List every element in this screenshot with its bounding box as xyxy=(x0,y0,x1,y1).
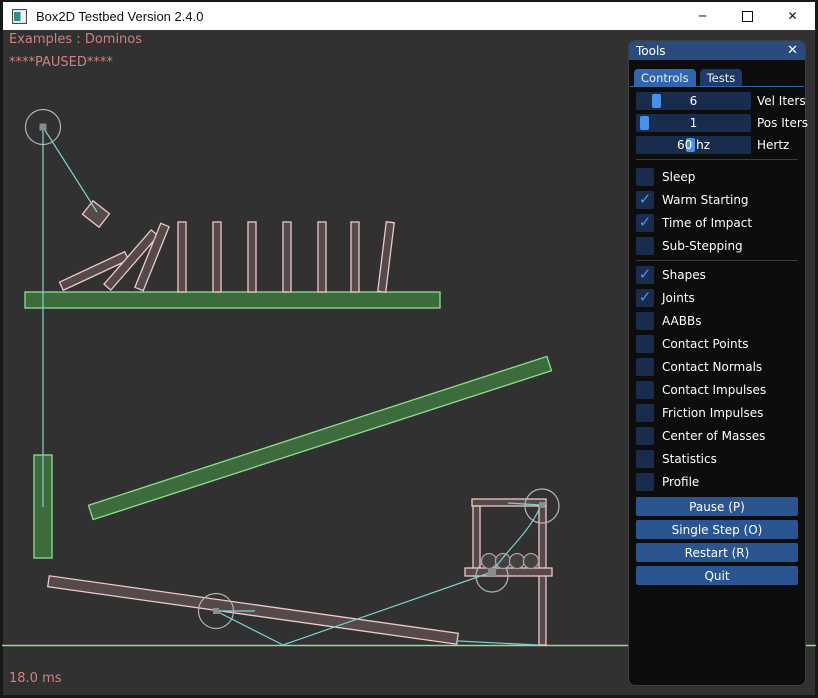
checkbox-profile[interactable]: Profile xyxy=(636,473,798,491)
checkbox-time-of-impact[interactable]: Time of Impact xyxy=(636,214,798,232)
slider-track[interactable]: 6 xyxy=(636,92,751,110)
checkbox-label: Statistics xyxy=(662,452,717,466)
checkbox-box[interactable] xyxy=(636,266,654,284)
checkbox-label: Time of Impact xyxy=(662,216,752,230)
checkbox-box[interactable] xyxy=(636,191,654,209)
window-title: Box2D Testbed Version 2.4.0 xyxy=(36,9,203,24)
app-icon xyxy=(12,9,27,24)
checkbox-label: Sub-Stepping xyxy=(662,239,743,253)
slider-value: 6 xyxy=(636,92,751,110)
checkbox-box[interactable] xyxy=(636,237,654,255)
slider-hertz[interactable]: 60 hz Hertz xyxy=(636,136,798,154)
slider-track[interactable]: 60 hz xyxy=(636,136,751,154)
single-step-button[interactable]: Single Step (O) xyxy=(636,520,798,539)
checkbox-box[interactable] xyxy=(636,214,654,232)
checkbox-warm-starting[interactable]: Warm Starting xyxy=(636,191,798,209)
checkbox-joints[interactable]: Joints xyxy=(636,289,798,307)
maximize-icon xyxy=(742,11,753,22)
checkbox-label: Friction Impulses xyxy=(662,406,763,420)
separator xyxy=(636,159,798,160)
checkbox-box[interactable] xyxy=(636,358,654,376)
checkbox-box[interactable] xyxy=(636,335,654,353)
app-window: Box2D Testbed Version 2.4.0 ─ ✕ Examples… xyxy=(0,0,818,698)
tab-controls[interactable]: Controls xyxy=(634,69,696,86)
panel-close-icon[interactable]: ✕ xyxy=(787,44,798,57)
checkbox-box[interactable] xyxy=(636,168,654,186)
checkbox-label: Shapes xyxy=(662,268,706,282)
checkbox-label: Joints xyxy=(662,291,695,305)
button-stack: Pause (P) Single Step (O) Restart (R) Qu… xyxy=(636,497,798,585)
checkbox-contact-impulses[interactable]: Contact Impulses xyxy=(636,381,798,399)
checkbox-label: Sleep xyxy=(662,170,695,184)
slider-label: Pos Iters xyxy=(757,116,808,130)
checkbox-center-of-masses[interactable]: Center of Masses xyxy=(636,427,798,445)
checkbox-aabbs[interactable]: AABBs xyxy=(636,312,798,330)
checkbox-label: Center of Masses xyxy=(662,429,765,443)
controls-body: 6 Vel Iters 1 Pos Iters 60 hz Hertz xyxy=(629,87,805,585)
tab-tests[interactable]: Tests xyxy=(700,69,743,86)
separator xyxy=(636,260,798,261)
checkbox-statistics[interactable]: Statistics xyxy=(636,450,798,468)
tools-panel-header[interactable]: Tools ✕ xyxy=(629,41,805,60)
checkbox-label: Contact Points xyxy=(662,337,749,351)
checkbox-sleep[interactable]: Sleep xyxy=(636,168,798,186)
checkbox-box[interactable] xyxy=(636,404,654,422)
checkbox-sub-stepping[interactable]: Sub-Stepping xyxy=(636,237,798,255)
slider-label: Vel Iters xyxy=(757,94,806,108)
checkbox-label: Profile xyxy=(662,475,699,489)
window-controls: ─ ✕ xyxy=(680,2,815,30)
slider-value: 1 xyxy=(636,114,751,132)
checkbox-box[interactable] xyxy=(636,312,654,330)
quit-button[interactable]: Quit xyxy=(636,566,798,585)
restart-button[interactable]: Restart (R) xyxy=(636,543,798,562)
example-label: Examples : Dominos xyxy=(9,32,142,47)
checkbox-box[interactable] xyxy=(636,427,654,445)
minimize-button[interactable]: ─ xyxy=(680,2,725,30)
checkbox-contact-points[interactable]: Contact Points xyxy=(636,335,798,353)
checkbox-label: Warm Starting xyxy=(662,193,749,207)
close-button[interactable]: ✕ xyxy=(770,2,815,30)
frame-time-label: 18.0 ms xyxy=(9,671,62,686)
paused-label: ****PAUSED**** xyxy=(9,55,113,70)
slider-label: Hertz xyxy=(757,138,789,152)
slider-value: 60 hz xyxy=(636,136,751,154)
checkbox-box[interactable] xyxy=(636,289,654,307)
checkbox-box[interactable] xyxy=(636,450,654,468)
tab-bar: Controls Tests xyxy=(634,69,805,86)
slider-track[interactable]: 1 xyxy=(636,114,751,132)
checkbox-box[interactable] xyxy=(636,381,654,399)
checkbox-shapes[interactable]: Shapes xyxy=(636,266,798,284)
tools-panel: Tools ✕ Controls Tests 6 Vel Iters 1 Po xyxy=(628,40,806,686)
titlebar[interactable]: Box2D Testbed Version 2.4.0 ─ ✕ xyxy=(3,2,815,30)
checkbox-label: Contact Impulses xyxy=(662,383,766,397)
pause-button[interactable]: Pause (P) xyxy=(636,497,798,516)
checkbox-label: AABBs xyxy=(662,314,701,328)
checkbox-friction-impulses[interactable]: Friction Impulses xyxy=(636,404,798,422)
checkbox-box[interactable] xyxy=(636,473,654,491)
slider-vel-iters[interactable]: 6 Vel Iters xyxy=(636,92,798,110)
slider-pos-iters[interactable]: 1 Pos Iters xyxy=(636,114,798,132)
checkbox-contact-normals[interactable]: Contact Normals xyxy=(636,358,798,376)
maximize-button[interactable] xyxy=(725,2,770,30)
tools-panel-title: Tools xyxy=(636,44,666,58)
checkbox-label: Contact Normals xyxy=(662,360,762,374)
